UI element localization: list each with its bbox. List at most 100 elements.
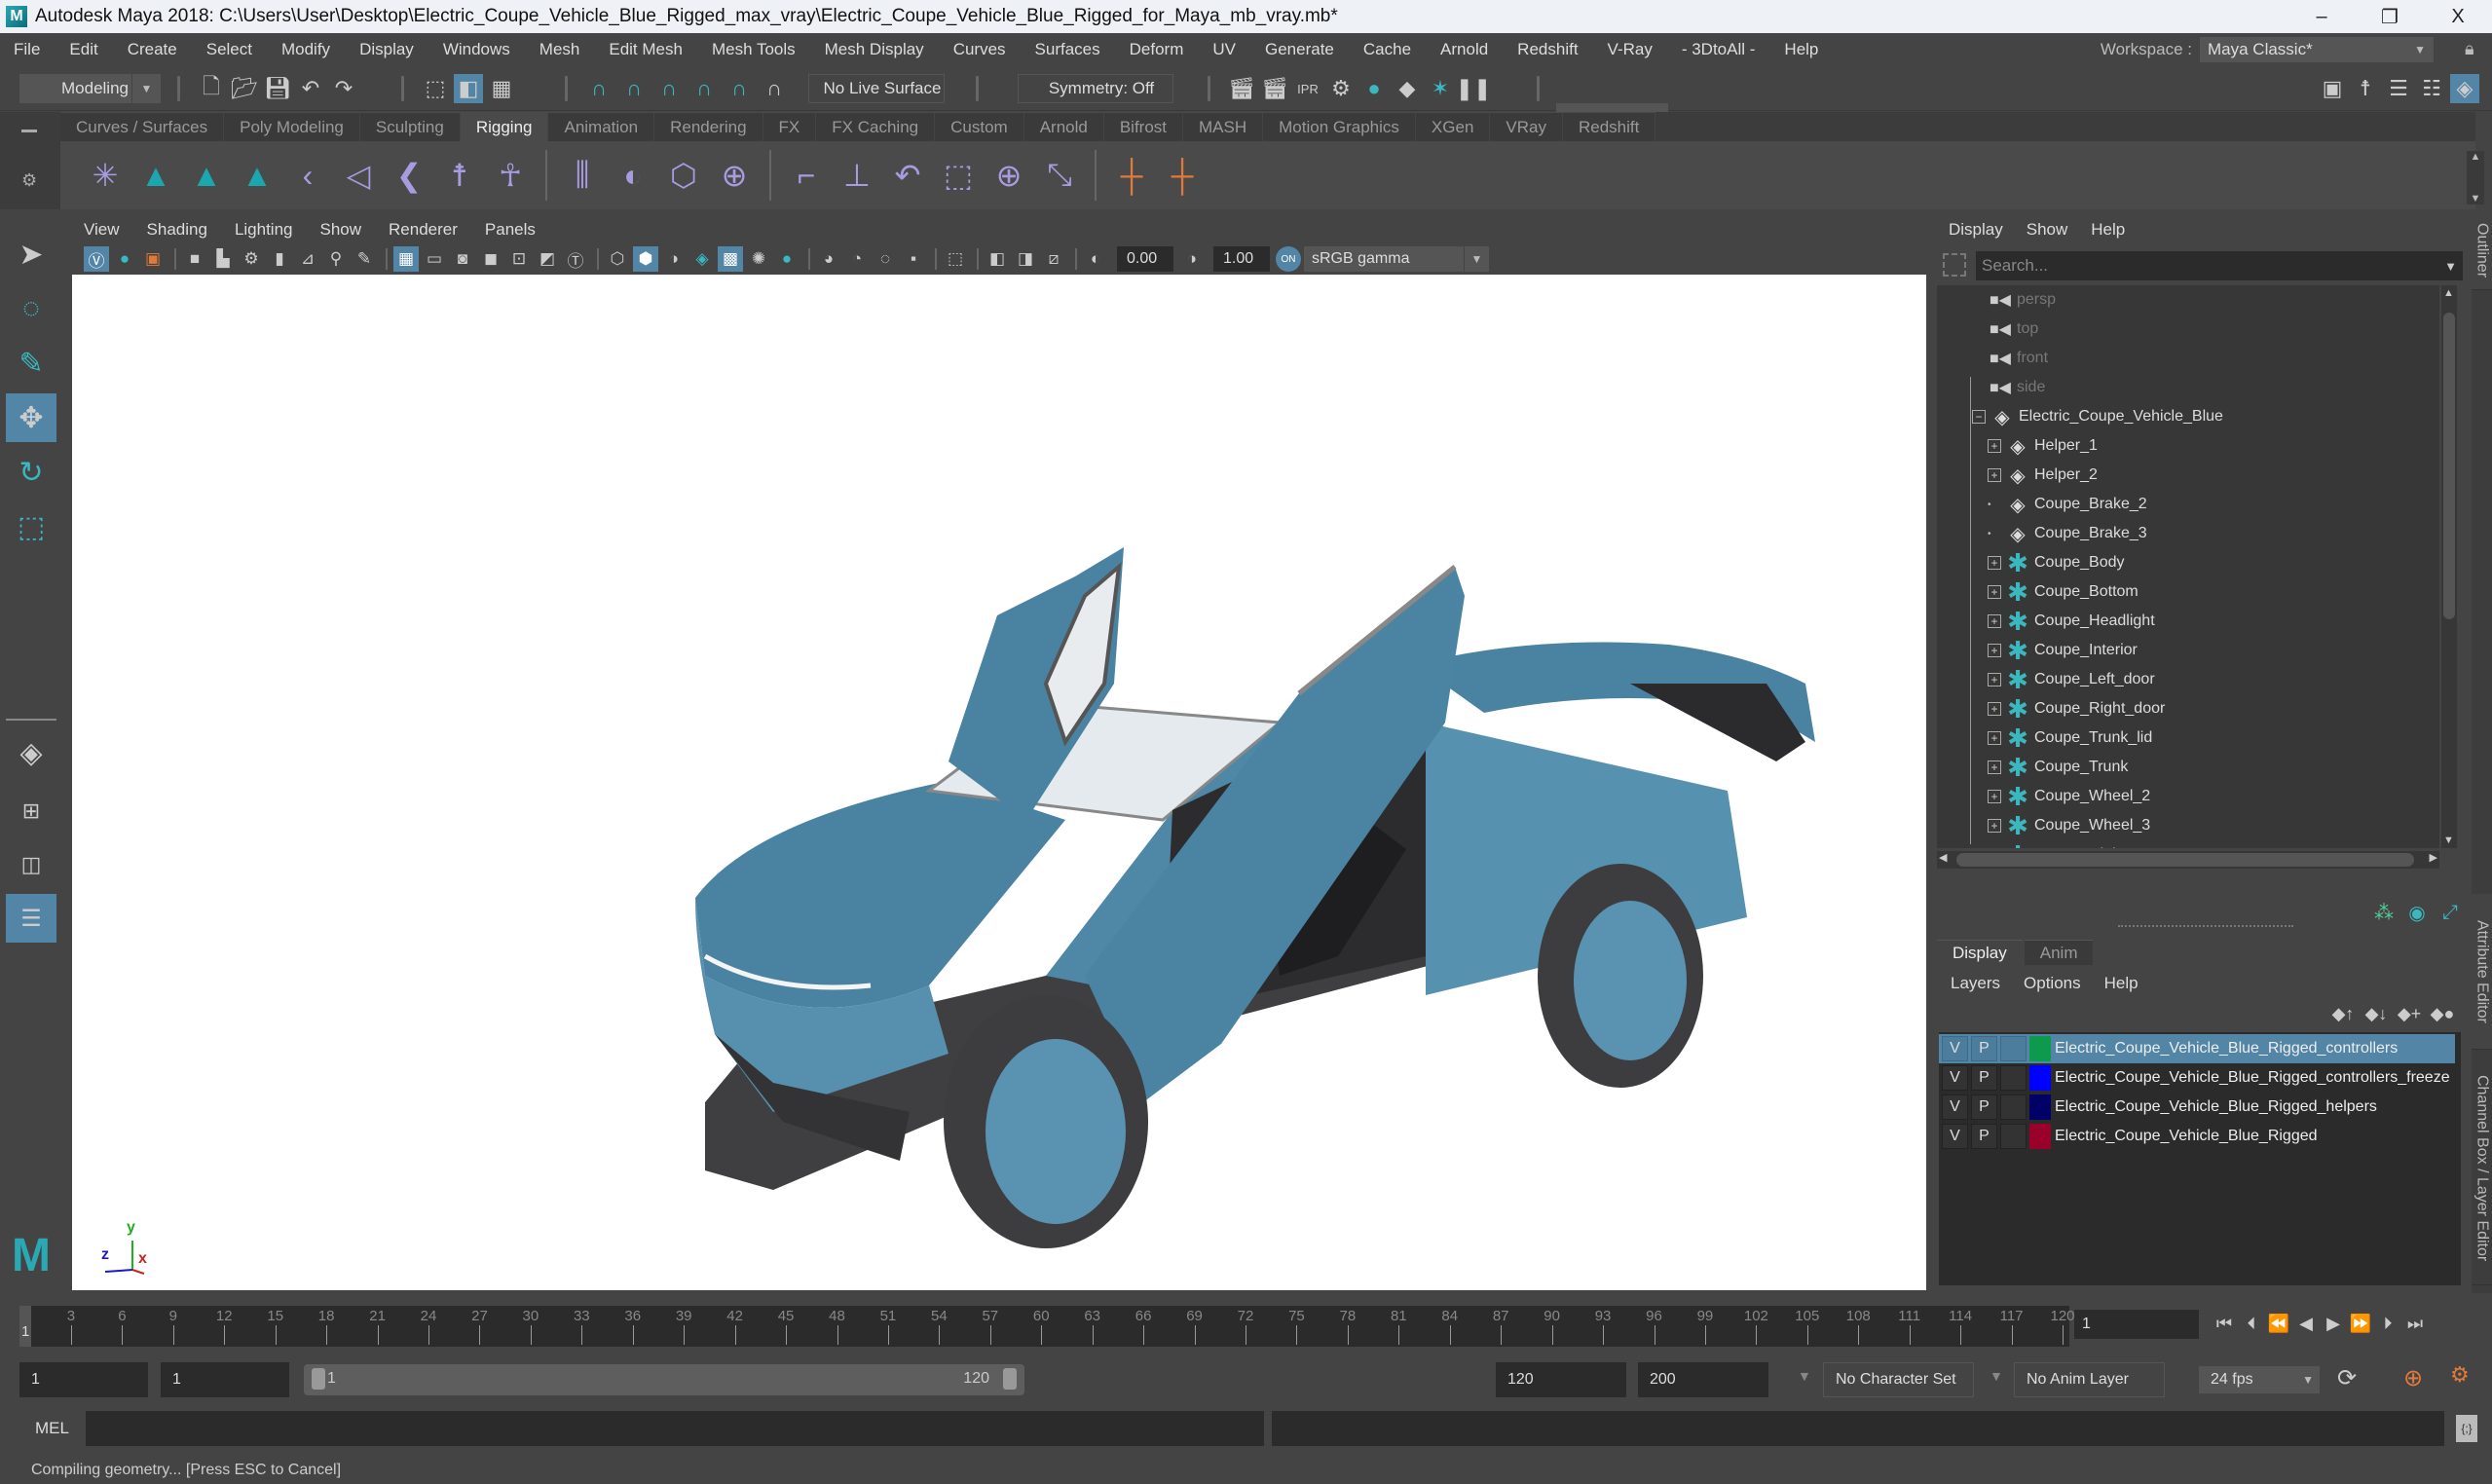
expand-icon[interactable]: + xyxy=(1988,790,2001,803)
outliner-item[interactable]: + ✱ Coupe_Body xyxy=(1988,548,2125,577)
expand-icon[interactable]: + xyxy=(1988,585,2001,599)
color-management-toggle-icon[interactable]: ON xyxy=(1276,246,1301,272)
attribute-editor-icon[interactable]: ◉ xyxy=(2402,898,2432,927)
arrow-right-icon[interactable]: ▶ xyxy=(2430,851,2437,864)
shelf-tab-arnold[interactable]: Arnold xyxy=(1023,112,1104,141)
select-camera-icon[interactable]: ■ xyxy=(182,246,207,272)
outliner-item[interactable]: + ◈ Helper_2 xyxy=(1988,461,2098,490)
play-backwards-icon[interactable]: ◀ xyxy=(2292,1308,2320,1339)
new-scene-icon[interactable]: 🗋 xyxy=(197,74,226,103)
command-language-label[interactable]: MEL xyxy=(35,1419,69,1438)
grid-icon[interactable]: ▦ xyxy=(393,246,419,272)
snap-to-view-plane-icon[interactable]: ∩ xyxy=(689,74,719,103)
viewport-menu-view[interactable]: View xyxy=(84,220,120,240)
viewport-menu-shading[interactable]: Shading xyxy=(147,220,207,240)
layer-row[interactable]: V P Electric_Coupe_Vehicle_Blue_Rigged_c… xyxy=(1939,1034,2455,1063)
render-setup-icon[interactable]: ◆ xyxy=(1393,74,1422,103)
four-view-layout-icon[interactable]: ⊞ xyxy=(6,787,56,835)
aim-constraint-icon[interactable]: ⊕ xyxy=(984,150,1034,201)
symmetry-field[interactable]: Symmetry: Off xyxy=(1018,74,1173,103)
menu-set-dropdown[interactable]: Modeling ▼ xyxy=(19,74,161,103)
xray-joints-icon[interactable]: ⧄ xyxy=(1041,246,1066,272)
menu-surfaces[interactable]: Surfaces xyxy=(1035,40,1100,59)
shelf-settings-icon[interactable]: ⚙ xyxy=(21,170,37,191)
human-ik-icon[interactable]: ▲ xyxy=(181,150,232,201)
animation-preferences-icon[interactable]: ⚙ xyxy=(2450,1362,2470,1388)
shelf-tab-sculpting[interactable]: Sculpting xyxy=(359,112,461,141)
outliner-item[interactable]: + ✱ Coupe_Wheel_2 xyxy=(1988,782,2150,811)
lock-camera-icon[interactable]: ▙ xyxy=(210,246,236,272)
outliner-menu-help[interactable]: Help xyxy=(2091,220,2125,240)
go-to-end-icon[interactable]: ⏭ xyxy=(2401,1308,2429,1339)
select-by-object-icon[interactable]: ◧ xyxy=(454,74,483,103)
shelf-tab-rigging[interactable]: Rigging xyxy=(460,112,549,141)
outliner-item[interactable]: +✱Coupe_Right_seat xyxy=(1988,840,2163,849)
shelf-tab-fx[interactable]: FX xyxy=(762,112,817,141)
outliner-item[interactable]: + ✱ Coupe_Interior xyxy=(1988,636,2138,665)
panel-resize-handle[interactable] xyxy=(2118,925,2293,927)
outliner-item[interactable]: ■◀ persp xyxy=(1990,285,2056,315)
paint-select-tool-icon[interactable]: ✎ xyxy=(6,339,56,388)
expand-icon[interactable]: + xyxy=(1988,673,2001,686)
snap-to-grid-icon[interactable]: ∩ xyxy=(584,74,614,103)
depth-of-field-icon[interactable]: ▪ xyxy=(901,246,926,272)
rotate-tool-icon[interactable]: ↻ xyxy=(6,448,56,497)
menu-arnold[interactable]: Arnold xyxy=(1440,40,1488,59)
viewport-menu-renderer[interactable]: Renderer xyxy=(389,220,458,240)
interactive-bind-icon[interactable]: ☨ xyxy=(434,150,485,201)
animation-start-field[interactable]: 1 xyxy=(19,1362,148,1397)
shelf-tab-poly-modeling[interactable]: Poly Modeling xyxy=(224,112,360,141)
image-plane-icon[interactable]: ⊿ xyxy=(295,246,320,272)
expand-icon[interactable]: + xyxy=(1988,819,2001,833)
shelf-tab-custom[interactable]: Custom xyxy=(935,112,1024,141)
modeling-toolkit-icon[interactable]: ▣ xyxy=(2318,74,2347,103)
ik-handle-icon[interactable]: ‹ xyxy=(282,150,333,201)
outliner-item[interactable]: + ✱ Coupe_Bottom xyxy=(1988,577,2139,607)
loop-icon[interactable]: ⟳ xyxy=(2337,1364,2357,1392)
wireframe-icon[interactable]: ⬡ xyxy=(605,246,630,272)
side-tab-attribute-editor[interactable]: Attribute Editor xyxy=(2472,894,2492,1050)
expand-icon[interactable]: + xyxy=(1988,468,2001,482)
safe-action-icon[interactable]: ◩ xyxy=(535,246,560,272)
snap-to-curve-icon[interactable]: ∩ xyxy=(619,74,649,103)
pole-vector-constraint-icon[interactable]: ⤡ xyxy=(1034,150,1085,201)
expand-icon[interactable]: + xyxy=(1988,614,2001,628)
playback-toggle[interactable]: P xyxy=(1971,1094,1997,1120)
workspace-dropdown[interactable]: Maya Classic* xyxy=(2200,37,2434,62)
fps-dropdown[interactable]: 24 fps ▼ xyxy=(2199,1366,2320,1393)
filter-icon[interactable] xyxy=(1943,253,1966,277)
car-model[interactable] xyxy=(72,275,1926,1290)
minimize-button[interactable]: – xyxy=(2287,0,2356,33)
expand-icon[interactable]: + xyxy=(1988,731,2001,745)
arrow-down-icon[interactable]: ▼ xyxy=(2471,193,2481,204)
wire-deformer-icon[interactable]: ⊕ xyxy=(709,150,760,201)
close-button[interactable]: X xyxy=(2424,0,2492,33)
2d-pan-zoom-icon[interactable]: ⚲ xyxy=(323,246,349,272)
outliner-item[interactable]: • ◈ Coupe_Brake_2 xyxy=(1988,490,2147,519)
outliner-item[interactable]: + ✱ Coupe_Trunk xyxy=(1988,753,2128,782)
maximize-button[interactable]: ❐ xyxy=(2356,0,2424,33)
menu-mesh-display[interactable]: Mesh Display xyxy=(825,40,924,59)
vray-icon[interactable]: Ⓥ xyxy=(84,246,109,272)
cluster-icon[interactable]: ◐ xyxy=(608,150,658,201)
step-forward-frame-icon[interactable]: ⏵ xyxy=(2374,1308,2401,1339)
scale-tool-icon[interactable]: ⬚ xyxy=(6,502,56,551)
outliner-item[interactable]: ■◀ side xyxy=(1990,373,2045,402)
shelf-tab-motion-graphics[interactable]: Motion Graphics xyxy=(1263,112,1416,141)
layer-row[interactable]: V P Electric_Coupe_Vehicle_Blue_Rigged_h… xyxy=(1939,1093,2455,1122)
playback-toggle[interactable]: P xyxy=(1971,1036,1997,1061)
gamma-field[interactable]: 1.00 xyxy=(1213,246,1270,272)
script-editor-icon[interactable]: {;} xyxy=(2456,1415,2477,1442)
hik-control-rig-icon[interactable]: ▲ xyxy=(232,150,282,201)
shelf-menu-icon[interactable] xyxy=(21,130,37,132)
outliner-item[interactable]: + ✱ Coupe_Wheel_3 xyxy=(1988,811,2150,840)
menu-select[interactable]: Select xyxy=(206,40,252,59)
current-frame-field[interactable]: 1 xyxy=(2074,1310,2199,1339)
menu-mesh-tools[interactable]: Mesh Tools xyxy=(712,40,796,59)
range-start-handle[interactable] xyxy=(312,1368,325,1390)
menu-vray[interactable]: V-Ray xyxy=(1608,40,1653,59)
vray-frame-buffer-icon[interactable]: ▣ xyxy=(140,246,166,272)
attribute-editor-toggle-icon[interactable]: ☰ xyxy=(2384,74,2413,103)
bind-skin-icon[interactable]: ❮ xyxy=(384,150,434,201)
create-joints-icon[interactable]: ✳ xyxy=(80,150,130,201)
